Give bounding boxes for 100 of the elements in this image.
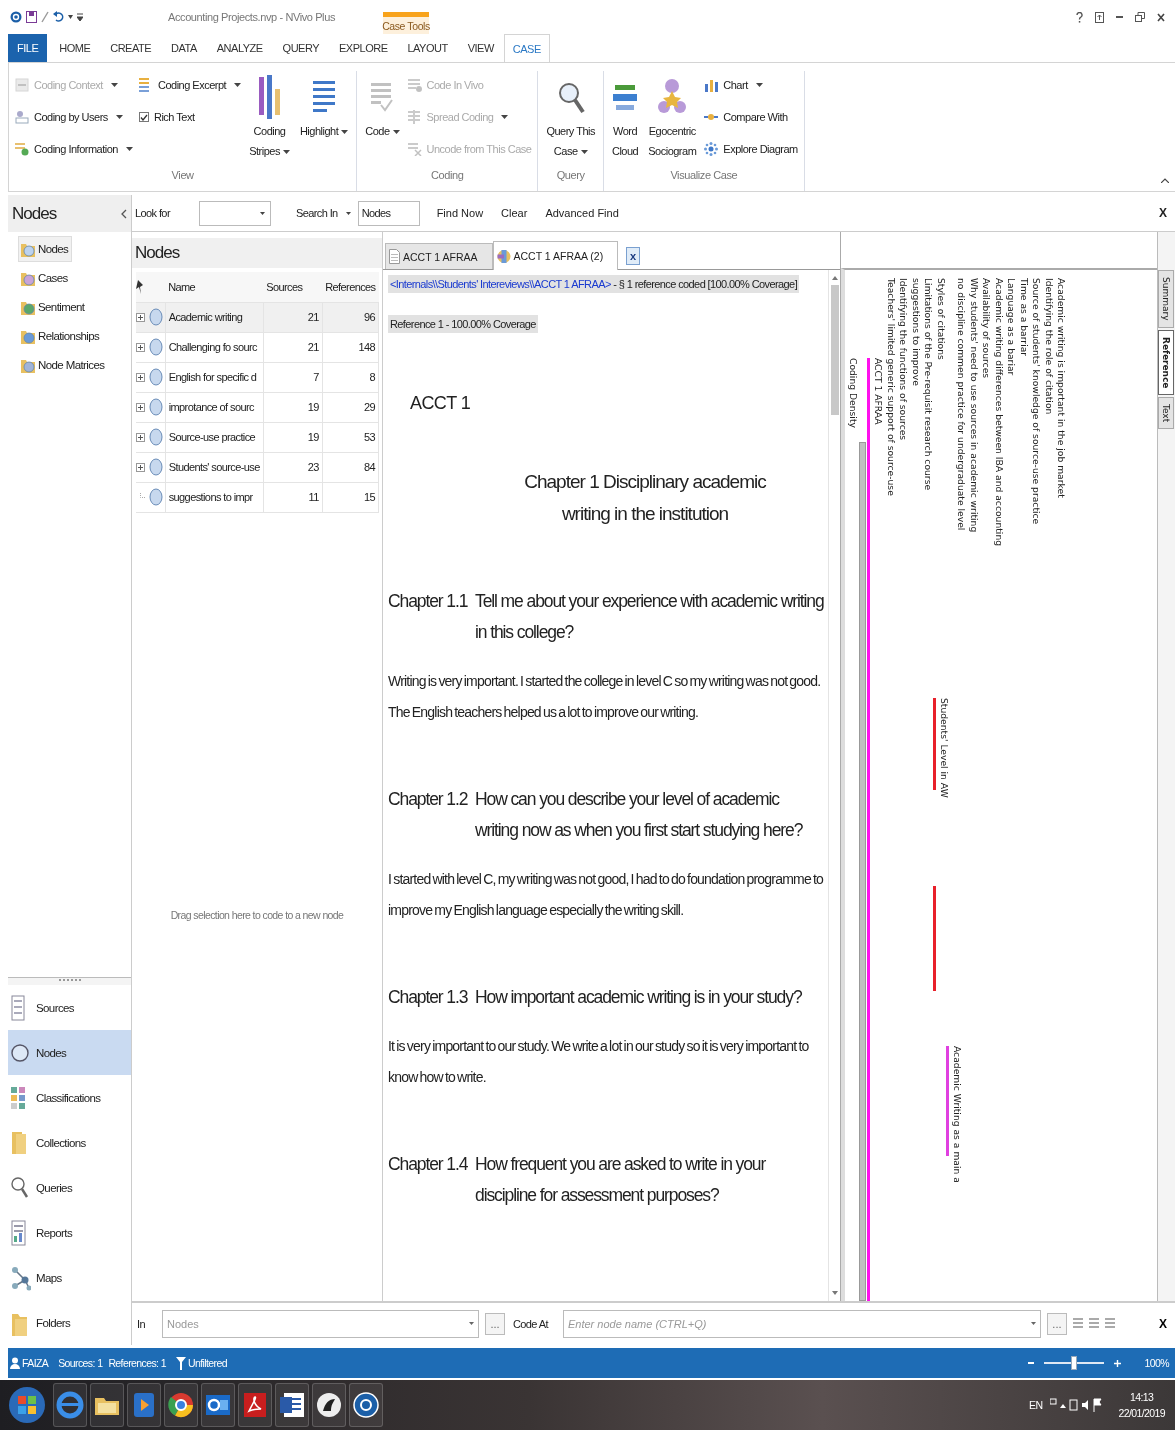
nav-view-button[interactable]: Maps bbox=[8, 1255, 131, 1300]
collapse-icon[interactable] bbox=[121, 208, 127, 219]
help-icon[interactable] bbox=[1076, 11, 1083, 23]
nav-view-button[interactable]: Reports bbox=[8, 1210, 131, 1255]
ribbon-tab[interactable]: ANALYZE bbox=[206, 34, 273, 62]
pdf-icon[interactable] bbox=[241, 1391, 269, 1419]
ribbon-tab[interactable]: DATA bbox=[161, 34, 207, 62]
save-icon[interactable] bbox=[26, 11, 37, 23]
zoom-in-icon[interactable] bbox=[1113, 1359, 1121, 1367]
start-button[interactable] bbox=[8, 1386, 46, 1424]
scroll-bar[interactable] bbox=[828, 270, 840, 1301]
caret-icon[interactable] bbox=[125, 147, 133, 151]
expand-icon[interactable] bbox=[136, 462, 145, 472]
caret-icon[interactable] bbox=[580, 150, 588, 155]
caret-icon[interactable] bbox=[755, 83, 763, 87]
ribbon-button[interactable]: Compare With bbox=[704, 105, 798, 129]
find-bar-button[interactable]: Find Now bbox=[436, 207, 484, 219]
nav-view-button[interactable]: Nodes bbox=[8, 1030, 131, 1075]
look-for-field[interactable] bbox=[198, 200, 271, 226]
caret-icon[interactable] bbox=[282, 150, 290, 155]
ribbon-button[interactable]: Coding Information bbox=[15, 137, 133, 161]
ribbon-tab[interactable]: CASE bbox=[503, 34, 550, 63]
ribbon-tab[interactable]: QUERY bbox=[272, 34, 329, 62]
checkbox[interactable] bbox=[138, 112, 149, 122]
collapse-ribbon-icon[interactable] bbox=[1161, 178, 1169, 183]
ribbon-tab[interactable]: CREATE bbox=[100, 34, 162, 62]
column-header[interactable]: Sources bbox=[263, 272, 323, 302]
expand-icon[interactable] bbox=[136, 312, 145, 322]
language-indicator[interactable]: EN bbox=[1029, 1399, 1043, 1411]
nav-item[interactable]: Relationships bbox=[18, 323, 104, 349]
nav-view-button[interactable]: Collections bbox=[8, 1120, 131, 1165]
ribbon-button[interactable]: Coding Stripes bbox=[247, 71, 292, 169]
caret-icon[interactable] bbox=[469, 1322, 474, 1325]
ribbon-button[interactable]: Coding Excerpt bbox=[138, 73, 242, 97]
scroll-thumb[interactable] bbox=[830, 285, 839, 415]
caret-icon[interactable] bbox=[341, 130, 349, 135]
document-tab[interactable]: ACCT 1 AFRAA (2) bbox=[492, 241, 619, 270]
nav-item[interactable]: Nodes bbox=[18, 236, 73, 262]
ribbon-button[interactable]: Chart bbox=[704, 73, 798, 97]
scroll-up-icon[interactable] bbox=[831, 276, 838, 280]
customize-icon[interactable] bbox=[77, 13, 83, 21]
source-link[interactable]: <Internals\\Students' Intereviews\\ACCT 1 AFRAA> bbox=[390, 278, 611, 290]
node-name-field[interactable]: Enter node name (CTRL+Q) bbox=[562, 1310, 1041, 1338]
nav-view-button[interactable]: Classifications bbox=[8, 1075, 131, 1120]
close-button[interactable]: X bbox=[1159, 206, 1167, 220]
side-tab[interactable]: Reference bbox=[1158, 329, 1174, 395]
splitter-grip-icon[interactable] bbox=[58, 979, 81, 982]
ribbon-button[interactable]: Highlight bbox=[297, 71, 351, 169]
browse-button[interactable]: ... bbox=[1046, 1313, 1067, 1335]
expand-icon[interactable] bbox=[136, 372, 145, 382]
pin-icon[interactable] bbox=[136, 279, 144, 294]
caret-icon[interactable] bbox=[345, 211, 351, 215]
search-in-field[interactable]: Nodes bbox=[357, 200, 420, 226]
ribbon-tab[interactable]: LAYOUT bbox=[397, 34, 458, 62]
ring-icon[interactable] bbox=[56, 1391, 84, 1419]
caret-icon[interactable] bbox=[68, 15, 73, 19]
caret-icon[interactable] bbox=[1030, 1322, 1036, 1325]
close-button[interactable]: X bbox=[1159, 1317, 1167, 1331]
nav-item[interactable]: Cases bbox=[18, 265, 72, 291]
ribbon-button[interactable]: Word Cloud bbox=[610, 71, 641, 169]
ribbon-display-icon[interactable] bbox=[1095, 11, 1104, 23]
nav-item[interactable]: Sentiment bbox=[18, 294, 89, 320]
ribbon-tab[interactable]: FILE bbox=[8, 34, 48, 62]
ribbon-tab[interactable]: HOME bbox=[49, 34, 101, 62]
caret-icon[interactable] bbox=[234, 83, 242, 87]
restore-icon[interactable] bbox=[1135, 12, 1145, 22]
ribbon-button[interactable]: Query This Case bbox=[544, 71, 597, 169]
ribbon-tab[interactable]: VIEW bbox=[457, 34, 504, 62]
column-header[interactable]: References bbox=[322, 272, 379, 302]
expand-icon[interactable] bbox=[136, 342, 145, 352]
column-header[interactable]: Name bbox=[165, 272, 264, 302]
nav-item[interactable]: Node Matrices bbox=[18, 352, 109, 378]
ribbon-tab[interactable]: EXPLORE bbox=[329, 34, 398, 62]
find-bar-button[interactable]: Advanced Find bbox=[545, 207, 619, 219]
undo-icon[interactable] bbox=[53, 11, 64, 23]
close-tab-button[interactable]: x bbox=[626, 247, 641, 265]
minimize-icon[interactable] bbox=[1116, 15, 1123, 19]
in-field[interactable]: Nodes bbox=[162, 1310, 479, 1338]
document-icon[interactable] bbox=[278, 1391, 306, 1419]
caret-icon[interactable] bbox=[115, 115, 123, 119]
ribbon-button[interactable]: Egocentric Sociogram bbox=[646, 71, 699, 169]
browse-button[interactable]: ... bbox=[485, 1313, 505, 1335]
nav-view-button[interactable]: Queries bbox=[8, 1165, 131, 1210]
nav-view-button[interactable]: Sources bbox=[8, 985, 131, 1030]
check-lines-icon bbox=[371, 81, 394, 113]
close-icon[interactable] bbox=[1157, 12, 1165, 22]
expand-icon[interactable] bbox=[136, 402, 145, 412]
zoom-slider-thumb[interactable] bbox=[1070, 1356, 1077, 1370]
app-logo-icon[interactable] bbox=[352, 1391, 380, 1419]
ribbon-button[interactable]: Coding by Users bbox=[15, 105, 133, 129]
find-bar-button[interactable]: Clear bbox=[501, 207, 528, 219]
caret-icon[interactable] bbox=[259, 211, 265, 215]
circle-segments-icon[interactable] bbox=[167, 1391, 195, 1419]
ribbon-button[interactable]: Explore Diagram bbox=[704, 137, 798, 161]
side-tab[interactable]: Text bbox=[1158, 396, 1174, 430]
document-tab[interactable]: ACCT 1 AFRAA bbox=[385, 243, 493, 269]
side-tab[interactable]: Summary bbox=[1158, 270, 1174, 328]
scroll-down-icon[interactable] bbox=[831, 1291, 838, 1295]
expand-icon[interactable] bbox=[136, 432, 145, 442]
nav-view-button[interactable]: Folders bbox=[8, 1300, 131, 1345]
